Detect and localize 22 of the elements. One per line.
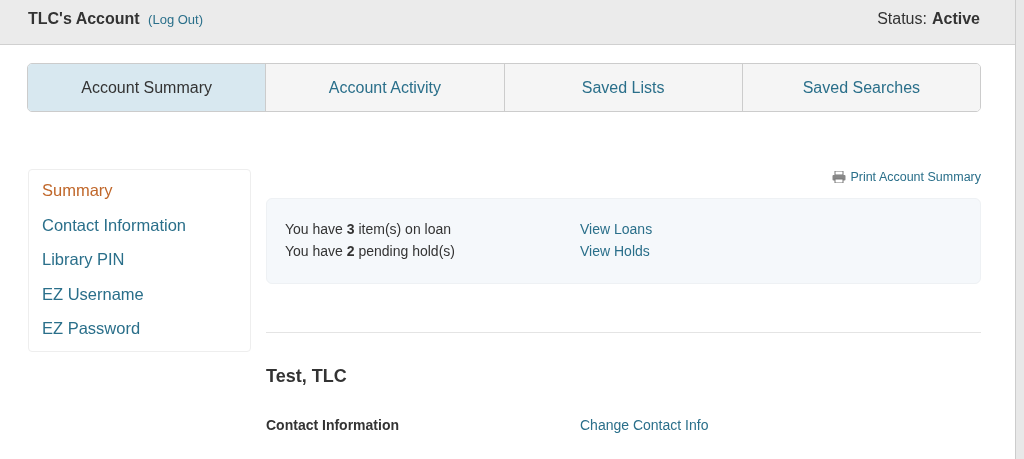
patron-name: Test, TLC (266, 366, 348, 387)
sidebar-item[interactable]: Contact Information (42, 213, 237, 237)
sidebar-item[interactable]: EZ Username (42, 282, 237, 306)
tab[interactable]: Account Summary (28, 64, 267, 111)
summary-text: You have 3 item(s) on loan (285, 220, 453, 239)
summary-link[interactable]: View Holds (580, 240, 650, 262)
printer-icon (832, 171, 847, 183)
change-contact-link[interactable]: Change Contact Info (580, 414, 709, 436)
sidebar-item[interactable]: EZ Password (42, 317, 237, 340)
status-label: Status: (877, 10, 927, 28)
tab[interactable]: Saved Lists (504, 64, 743, 111)
tab[interactable]: Account Activity (266, 64, 505, 111)
sidebar-item[interactable]: Library PIN (42, 248, 237, 271)
summary-link[interactable]: View Loans (580, 218, 653, 240)
section-label: Contact Information (266, 416, 400, 435)
status-value: Active (931, 10, 980, 28)
sidebar-item[interactable]: Summary (42, 179, 237, 202)
summary-text: You have 2 pending hold(s) (285, 242, 456, 261)
account-title: TLC's Account (28, 10, 140, 27)
tab[interactable]: Saved Searches (742, 64, 980, 111)
print-link[interactable]: Print Account Summary (850, 170, 981, 184)
logout-link[interactable]: (Log Out) (148, 12, 204, 27)
